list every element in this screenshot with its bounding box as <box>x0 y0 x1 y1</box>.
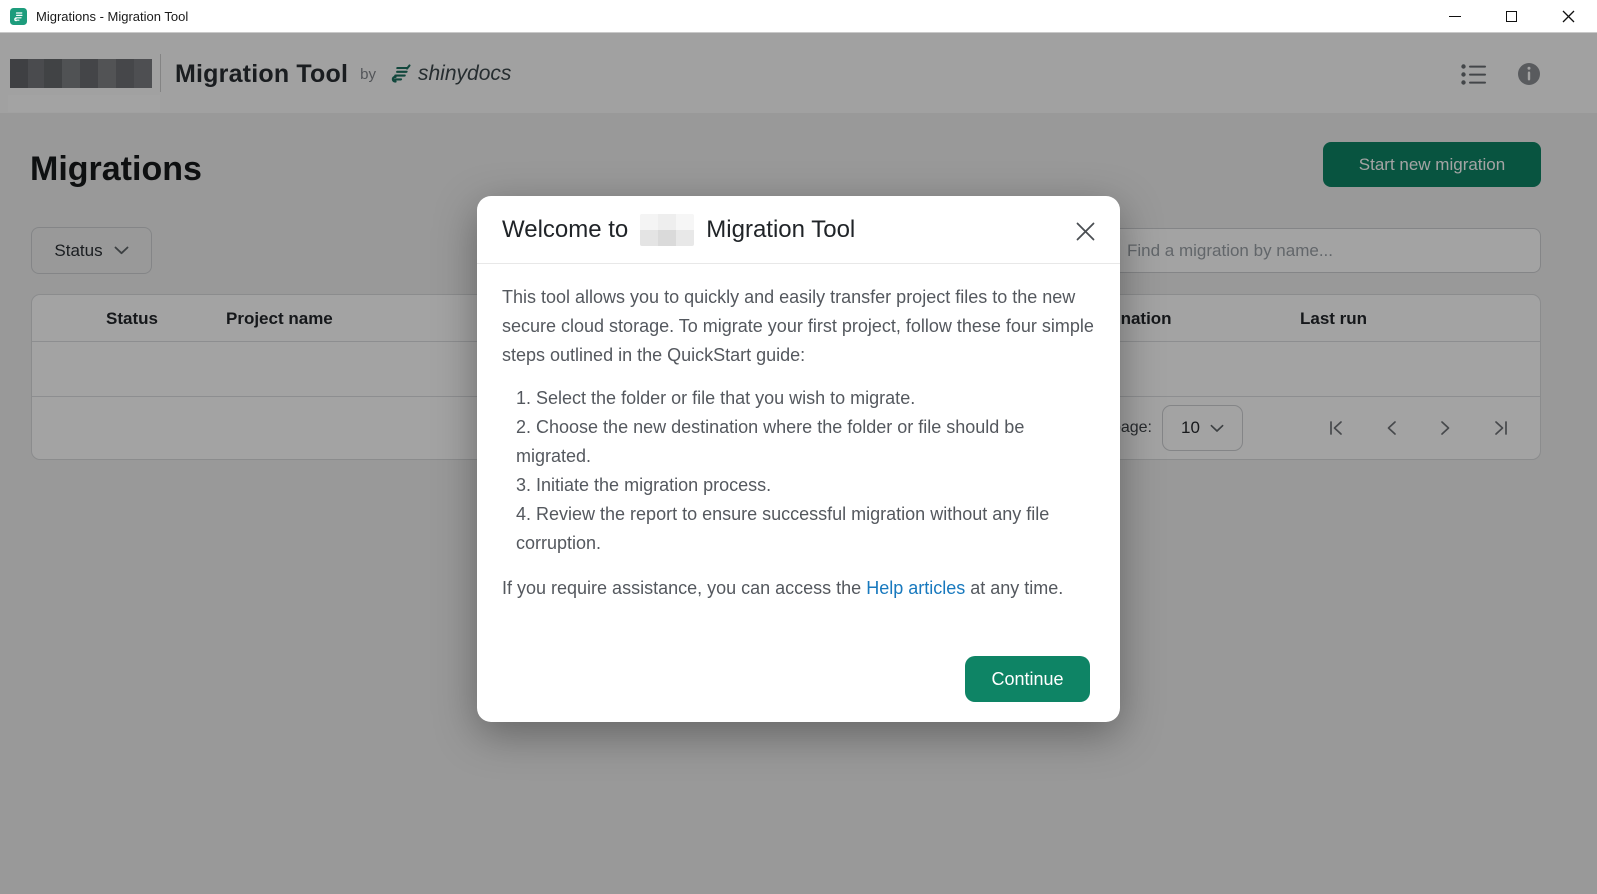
modal-title-suffix: Migration Tool <box>706 216 855 244</box>
modal-title-prefix: Welcome to <box>502 216 628 244</box>
modal-close-button[interactable] <box>1074 220 1096 242</box>
quickstart-steps: 1. Select the folder or file that you wi… <box>502 384 1095 558</box>
redacted-brand-word <box>640 214 694 246</box>
minimize-icon <box>1449 16 1461 17</box>
step-item: 4. Review the report to ensure successfu… <box>516 500 1095 558</box>
window-controls <box>1426 0 1597 32</box>
minimize-button[interactable] <box>1426 0 1483 32</box>
step-item: 1. Select the folder or file that you wi… <box>516 384 1095 413</box>
titlebar: Migrations - Migration Tool <box>0 0 1597 33</box>
modal-body: This tool allows you to quickly and easi… <box>477 264 1120 603</box>
assistance-text-pre: If you require assistance, you can acces… <box>502 578 866 598</box>
modal-title: Welcome to Migration Tool <box>502 214 855 246</box>
assistance-text-post: at any time. <box>965 578 1063 598</box>
welcome-modal: Welcome to Migration Tool This tool allo… <box>477 196 1120 722</box>
help-articles-link[interactable]: Help articles <box>866 578 965 598</box>
modal-intro: This tool allows you to quickly and easi… <box>502 283 1095 370</box>
assistance-text: If you require assistance, you can acces… <box>502 574 1095 603</box>
modal-header: Welcome to Migration Tool <box>477 196 1120 264</box>
step-item: 3. Initiate the migration process. <box>516 471 1095 500</box>
maximize-button[interactable] <box>1483 0 1540 32</box>
close-window-button[interactable] <box>1540 0 1597 32</box>
continue-button[interactable]: Continue <box>965 656 1090 702</box>
step-item: 2. Choose the new destination where the … <box>516 413 1095 471</box>
window-title: Migrations - Migration Tool <box>36 9 188 24</box>
close-icon <box>1076 222 1095 241</box>
close-icon <box>1562 10 1575 23</box>
app-logo-icon <box>10 8 27 25</box>
maximize-icon <box>1506 11 1517 22</box>
